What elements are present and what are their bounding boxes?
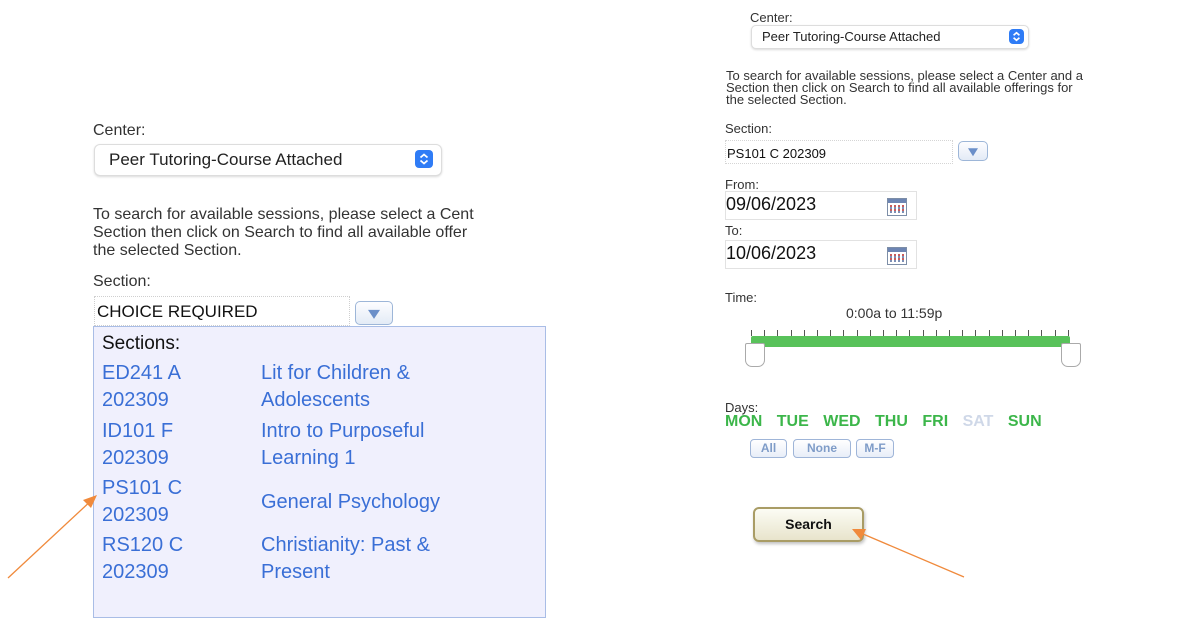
annotation-arrow-right: [852, 529, 965, 578]
annotation-arrows: [7, 495, 965, 579]
annotation-arrow-left: [7, 495, 97, 579]
